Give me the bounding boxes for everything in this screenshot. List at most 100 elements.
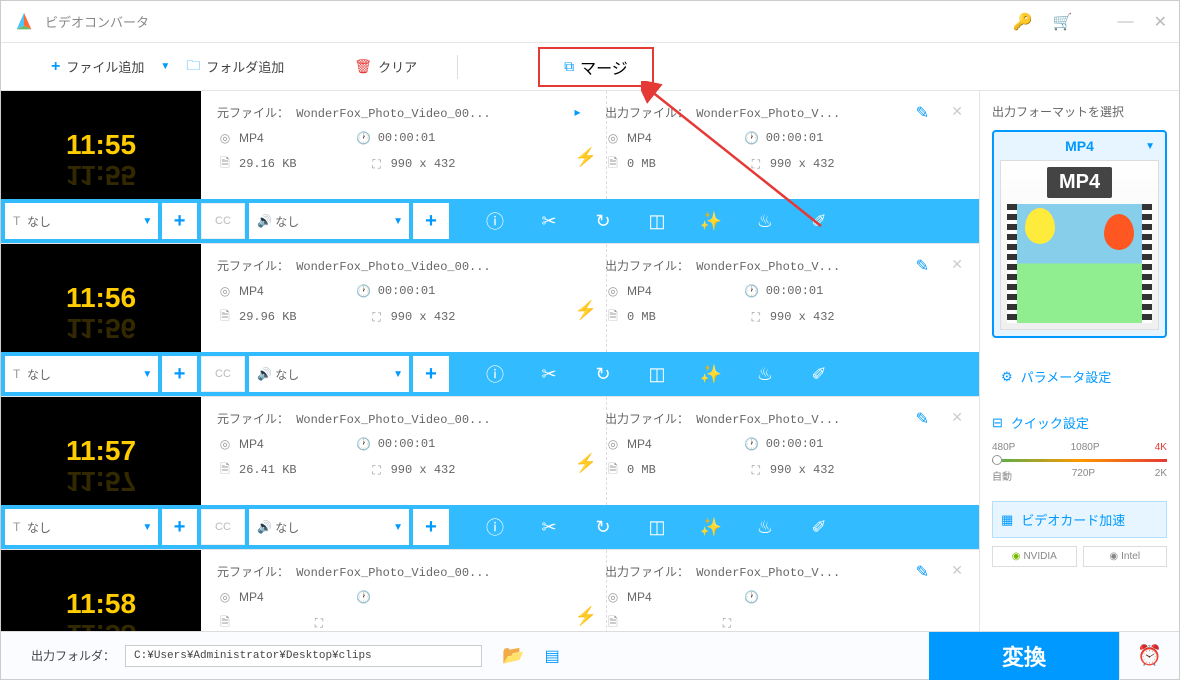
options-icon[interactable]: ▤ [545, 646, 560, 666]
edit-icon[interactable]: ✎ [916, 103, 929, 123]
info-icon[interactable]: ⓘ [483, 515, 507, 539]
output-size: 0 MB [627, 463, 656, 477]
source-dims: 990 x 432 [391, 310, 456, 324]
source-size: 29.96 KB [239, 310, 297, 324]
edit-all-icon[interactable]: ✐ [807, 362, 831, 386]
bolt-icon: ⚡ [574, 300, 596, 321]
merge-button[interactable]: ⧉ マージ [538, 47, 654, 87]
intel-logo: ◉Intel [1083, 546, 1168, 567]
format-selector[interactable]: MP4 ▼ MP4 [992, 130, 1167, 338]
dimensions-icon: ⛶ [369, 462, 385, 478]
video-thumbnail[interactable]: 11:55 11:55 [1, 91, 201, 199]
source-size: 26.41 KB [239, 463, 297, 477]
minimize-button[interactable]: — [1118, 13, 1134, 31]
audio-dropdown[interactable]: 🔊 なし▼ [249, 509, 409, 545]
gpu-accel-label: ビデオカード加速 [1021, 510, 1125, 529]
crop-icon[interactable]: ◫ [645, 515, 669, 539]
add-subtitle-button[interactable]: + [162, 509, 197, 545]
crop-icon[interactable]: ◫ [645, 209, 669, 233]
rotate-icon[interactable]: ↻ [591, 362, 615, 386]
cc-button[interactable]: CC [201, 203, 245, 239]
add-file-button[interactable]: + ファイル追加 [41, 51, 154, 82]
cc-button[interactable]: CC [201, 509, 245, 545]
audio-dropdown[interactable]: 🔊 なし▼ [249, 356, 409, 392]
remove-icon[interactable]: ✕ [951, 562, 963, 579]
item-action-bar: T なし▼ + CC 🔊 なし▼ + ⓘ ✂ ↻ ◫ ✨ ♨ ✐ [1, 199, 979, 243]
add-audio-button[interactable]: + [413, 509, 449, 545]
rotate-icon[interactable]: ↻ [591, 515, 615, 539]
video-thumbnail[interactable]: 11:56 11:56 [1, 244, 201, 352]
output-duration: 00:00:01 [766, 437, 824, 451]
clear-button[interactable]: 🗑 クリア [344, 51, 427, 82]
add-subtitle-button[interactable]: + [162, 203, 197, 239]
subtitle-dropdown[interactable]: T なし▼ [5, 203, 158, 239]
remove-icon[interactable]: ✕ [951, 256, 963, 273]
video-thumbnail[interactable]: 11:58 11:58 [1, 550, 201, 631]
watermark-icon[interactable]: ♨ [753, 362, 777, 386]
output-dims: 990 x 432 [770, 310, 835, 324]
format-icon: ◎ [605, 589, 621, 605]
alarm-icon[interactable]: ⏰ [1119, 632, 1179, 680]
chevron-down-icon[interactable]: ▼ [160, 61, 170, 72]
clock-icon: 🕐 [356, 283, 372, 299]
cut-icon[interactable]: ✂ [537, 515, 561, 539]
bolt-icon: ⚡ [574, 453, 596, 474]
app-title: ビデオコンバータ [45, 12, 1013, 31]
info-icon[interactable]: ⓘ [483, 209, 507, 233]
cut-icon[interactable]: ✂ [537, 362, 561, 386]
watermark-icon[interactable]: ♨ [753, 515, 777, 539]
rotate-icon[interactable]: ↻ [591, 209, 615, 233]
video-thumbnail[interactable]: 11:57 11:57 [1, 397, 201, 505]
subtitle-dropdown[interactable]: T なし▼ [5, 356, 158, 392]
dimensions-icon: ⛶ [748, 156, 764, 172]
edit-all-icon[interactable]: ✐ [807, 209, 831, 233]
folder-icon: 🗀 [186, 55, 200, 79]
add-audio-button[interactable]: + [413, 203, 449, 239]
quality-slider[interactable]: 480P 1080P 4K 自動 720P 2K [992, 442, 1167, 483]
play-hover-icon[interactable]: ▸ [574, 105, 580, 119]
remove-icon[interactable]: ✕ [951, 409, 963, 426]
crop-icon[interactable]: ◫ [645, 362, 669, 386]
open-folder-icon[interactable]: 📂 [502, 645, 524, 666]
bolt-icon: ⚡ [574, 147, 596, 168]
format-icon: ◎ [217, 589, 233, 605]
watermark-icon[interactable]: ♨ [753, 209, 777, 233]
source-duration: 00:00:01 [378, 131, 436, 145]
add-folder-button[interactable]: 🗀 フォルダ追加 [176, 49, 294, 85]
output-file-label: 出力ファイル： WonderFox_Photo_V... [605, 563, 840, 580]
effects-icon[interactable]: ✨ [699, 209, 723, 233]
plus-icon: + [51, 58, 60, 76]
add-audio-button[interactable]: + [413, 356, 449, 392]
cc-button[interactable]: CC [201, 356, 245, 392]
edit-icon[interactable]: ✎ [916, 409, 929, 429]
format-icon: ◎ [605, 436, 621, 452]
add-subtitle-button[interactable]: + [162, 356, 197, 392]
edit-icon[interactable]: ✎ [916, 256, 929, 276]
close-button[interactable]: ✕ [1154, 12, 1167, 32]
clock-icon: 🕐 [744, 283, 760, 299]
convert-button[interactable]: 変換 [929, 632, 1119, 680]
audio-dropdown[interactable]: 🔊 なし▼ [249, 203, 409, 239]
output-file-label: 出力ファイル： WonderFox_Photo_V... [605, 410, 840, 427]
cut-icon[interactable]: ✂ [537, 209, 561, 233]
cart-icon[interactable]: 🛒 [1053, 12, 1073, 32]
info-icon[interactable]: ⓘ [483, 362, 507, 386]
thumbnail-time: 11:57 [66, 435, 136, 467]
effects-icon[interactable]: ✨ [699, 515, 723, 539]
edit-all-icon[interactable]: ✐ [807, 515, 831, 539]
gpu-accel-button[interactable]: ▦ ビデオカード加速 [992, 501, 1167, 538]
effects-icon[interactable]: ✨ [699, 362, 723, 386]
output-folder-input[interactable] [125, 645, 482, 667]
key-icon[interactable]: 🔑 [1013, 12, 1033, 32]
edit-icon[interactable]: ✎ [916, 562, 929, 582]
subtitle-dropdown[interactable]: T なし▼ [5, 509, 158, 545]
file-icon: 🗎 [217, 309, 233, 325]
parameter-settings-button[interactable]: ⚙ パラメータ設定 [992, 358, 1167, 395]
slider-thumb[interactable] [992, 455, 1002, 465]
chip-icon: ▦ [1001, 512, 1013, 528]
format-badge: MP4 [1047, 167, 1112, 198]
remove-icon[interactable]: ✕ [951, 103, 963, 120]
add-file-label: ファイル追加 [66, 57, 144, 76]
format-icon: ◎ [217, 436, 233, 452]
format-icon: ◎ [217, 130, 233, 146]
